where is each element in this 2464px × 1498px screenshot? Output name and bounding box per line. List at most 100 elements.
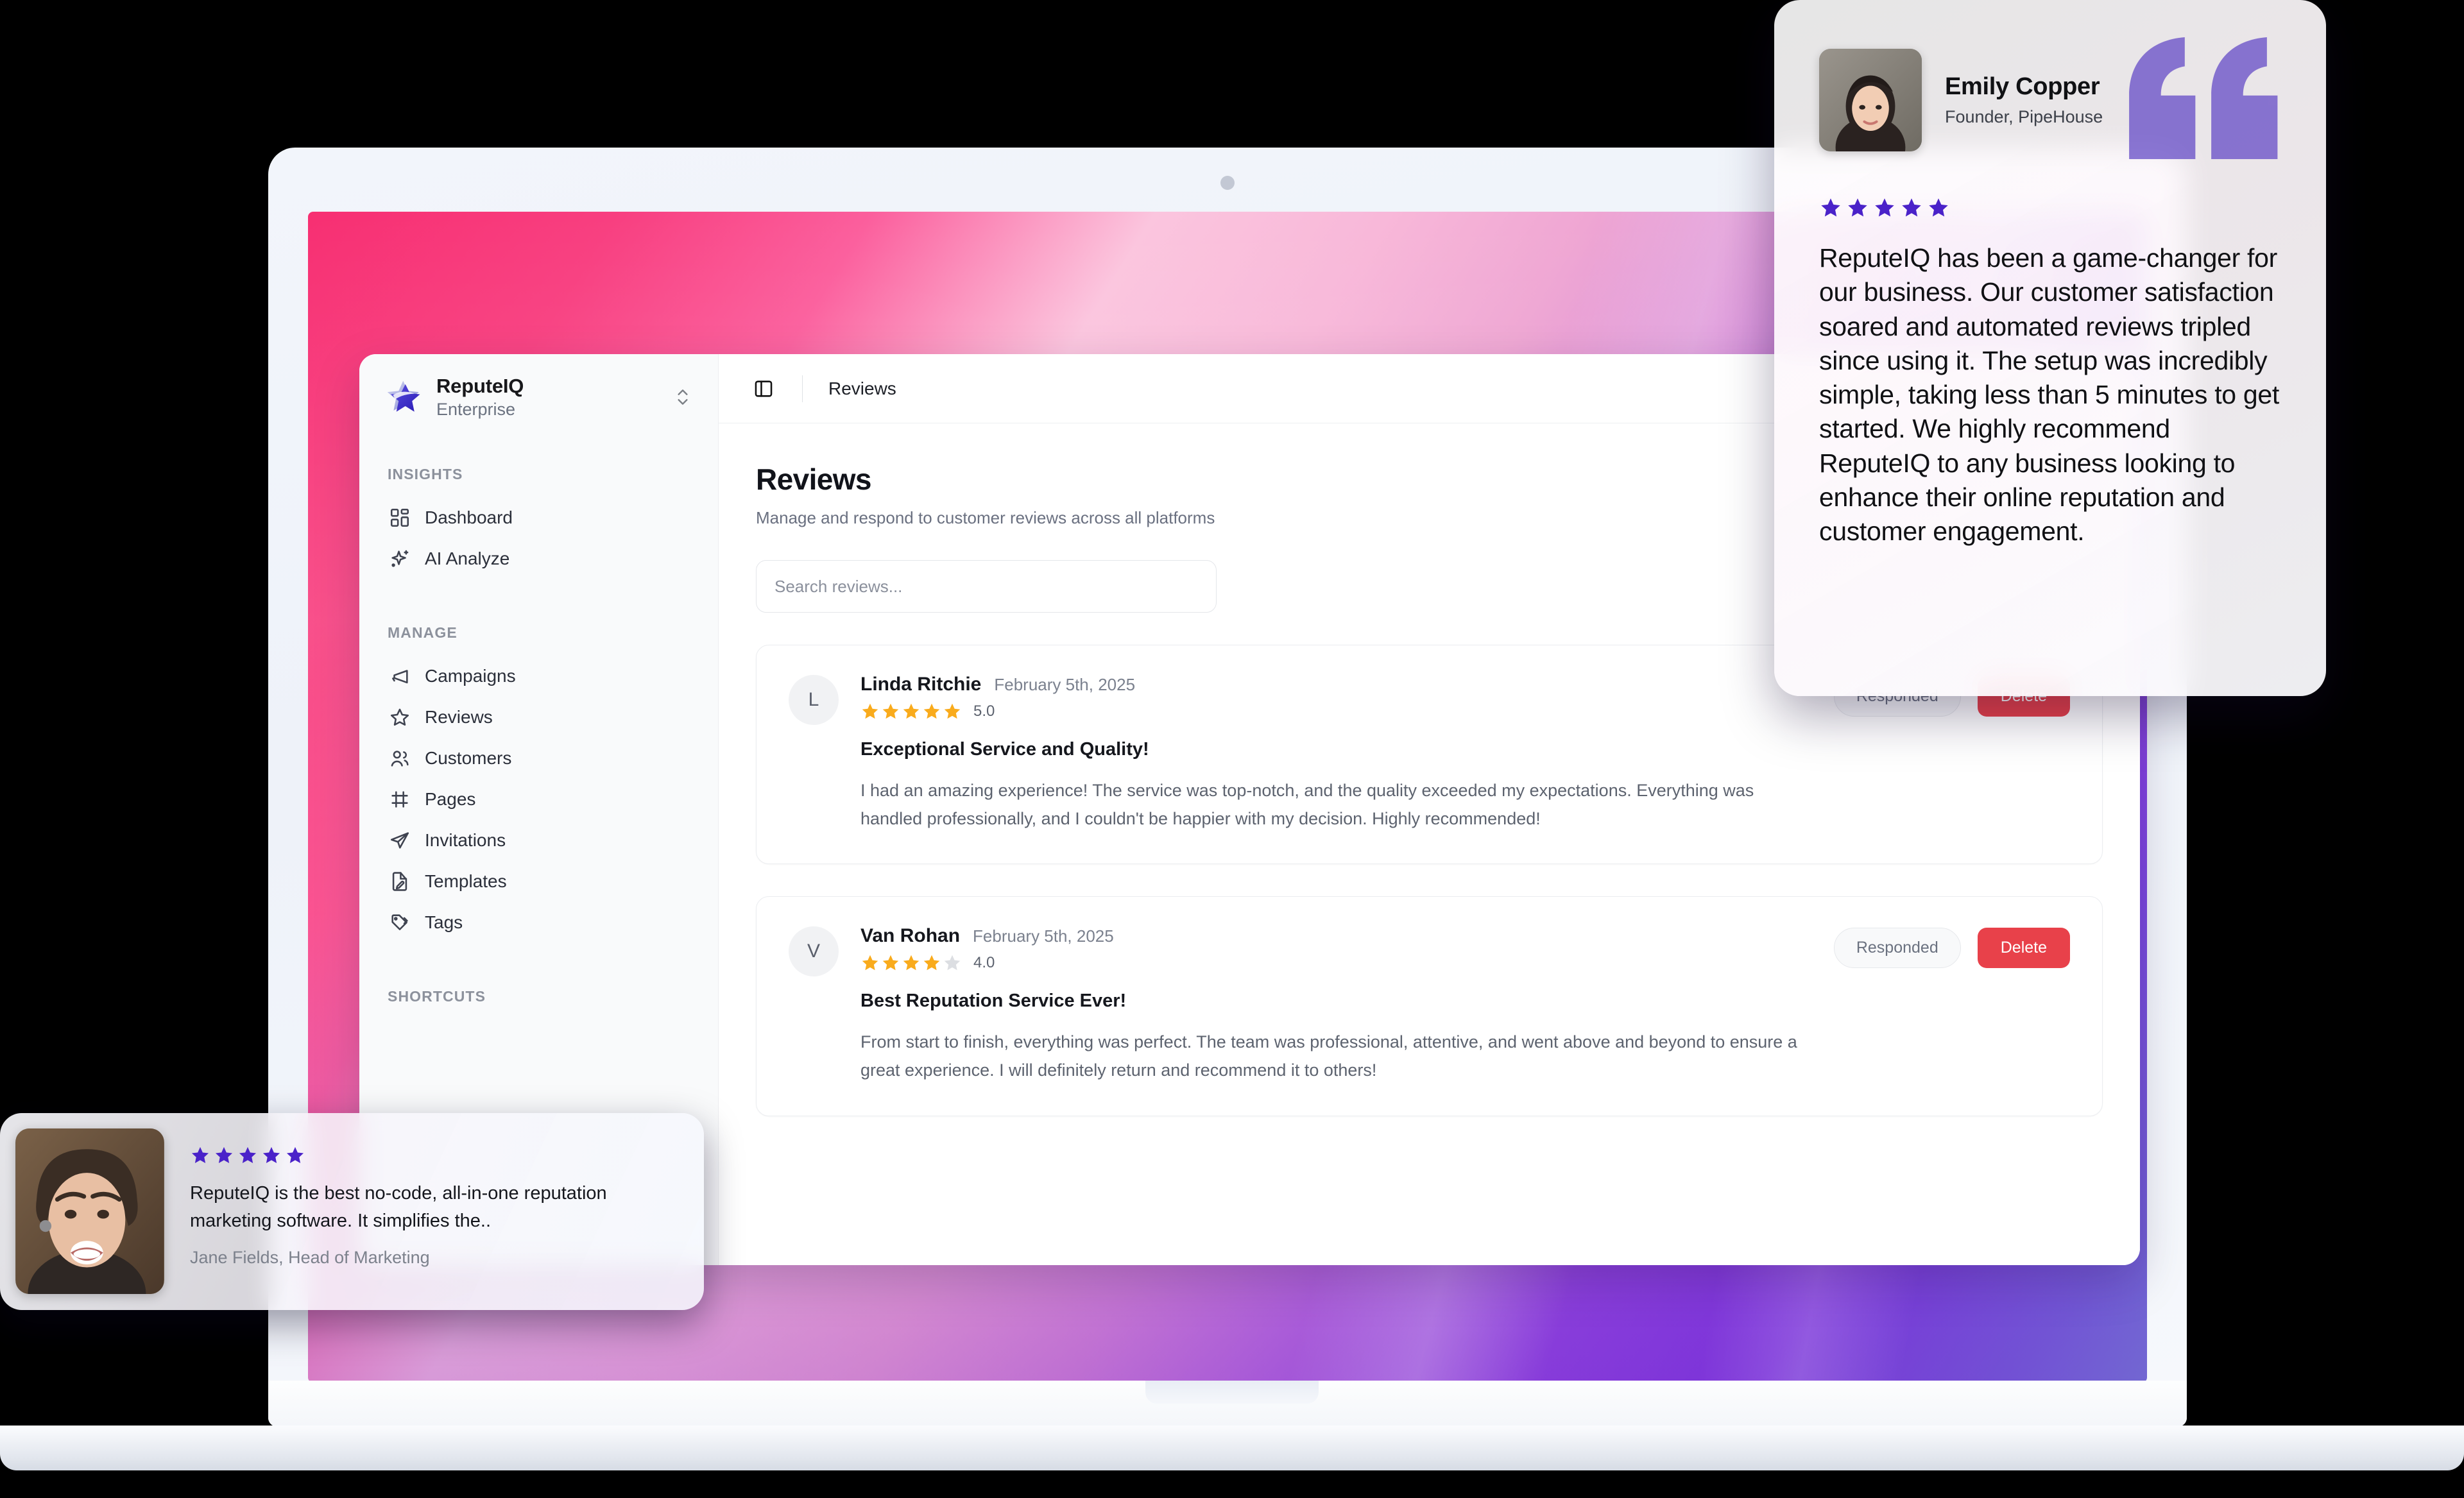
review-date: February 5th, 2025 (994, 675, 1136, 694)
sidebar-toggle-button[interactable] (751, 376, 776, 402)
frame-icon (391, 791, 408, 808)
sidebar-item-label: Campaigns (425, 666, 516, 686)
screenshot-stage: ReputeIQ Enterprise INSIGHTS Dashboard A… (0, 0, 2464, 1498)
workspace-name: ReputeIQ (436, 375, 524, 397)
review-text: I had an amazing experience! The service… (860, 781, 1754, 828)
laptop-trackpad-notch (1145, 1381, 1319, 1404)
sidebar-item-label: AI Analyze (425, 549, 510, 569)
rating-value: 5.0 (973, 702, 995, 720)
sidebar-nav-manage: Campaigns Reviews Customers Pages Invita… (381, 656, 696, 943)
star-rating (860, 702, 962, 721)
search-input[interactable] (756, 560, 1217, 613)
star-empty-icon (944, 955, 961, 971)
topbar-divider (802, 375, 803, 402)
review-headline: Linda Ritchie February 5th, 2025 (860, 674, 1812, 695)
star-filled-icon (882, 955, 899, 971)
testimonial-person: Emily Copper Founder, PipeHouse (1819, 49, 2281, 151)
sparkles-icon (391, 550, 409, 567)
panel-left-icon (755, 380, 773, 397)
review-actions: Responded Delete (1833, 674, 2070, 833)
star-filled-icon (903, 703, 920, 719)
avatar-photo (1819, 49, 1922, 151)
avatar: V (789, 926, 839, 977)
star-filled-icon (1929, 198, 1948, 217)
rating-value: 4.0 (973, 954, 995, 972)
sidebar-item-reviews[interactable]: Reviews (381, 697, 696, 738)
file-pen-icon (392, 872, 407, 891)
workspace-plan: Enterprise (436, 399, 516, 419)
chevron-up-down-icon[interactable] (674, 386, 691, 408)
review-title: Exceptional Service and Quality! (860, 739, 1149, 760)
star-filled-icon (903, 955, 920, 971)
responded-button[interactable]: Responded (1833, 928, 1961, 969)
star-filled-icon (882, 703, 899, 719)
sidebar-item-label: Dashboard (425, 507, 513, 528)
sidebar-section-manage-label: MANAGE (388, 624, 458, 642)
star-filled-icon (944, 703, 961, 719)
sidebar-item-dashboard[interactable]: Dashboard (381, 497, 696, 538)
avatar-portrait (1819, 49, 1922, 151)
star-rating (190, 1145, 682, 1166)
testimonial-role: Founder, PipeHouse (1945, 107, 2103, 126)
star-filled-icon (262, 1146, 280, 1163)
sidebar-item-label: Tags (425, 912, 463, 933)
laptop-camera-dot (1220, 176, 1235, 190)
star-filled-icon (923, 955, 940, 971)
delete-button[interactable]: Delete (1977, 928, 2070, 969)
star-filled-icon (1848, 198, 1867, 217)
rating-row: 5.0 (860, 702, 1812, 721)
testimonial-identity: Emily Copper Founder, PipeHouse (1945, 73, 2103, 127)
star-filled-icon (286, 1146, 304, 1163)
sidebar-item-templates[interactable]: Templates (381, 861, 696, 902)
workspace-switcher[interactable]: ReputeIQ Enterprise (381, 354, 696, 420)
star-filled-icon (1902, 198, 1921, 217)
reviewer-name: Van Rohan (860, 925, 961, 947)
sidebar-item-label: Customers (425, 748, 512, 769)
sidebar-nav-insights: Dashboard AI Analyze (381, 497, 696, 579)
review-body: Van Rohan February 5th, 2025 4.0 Best Re… (860, 925, 1812, 1084)
megaphone-icon (392, 670, 408, 684)
review-headline: Van Rohan February 5th, 2025 (860, 925, 1812, 947)
testimonial-name: Emily Copper (1945, 73, 2100, 100)
sidebar-item-label: Reviews (425, 707, 493, 728)
star-filled-icon (191, 1146, 209, 1163)
sidebar-item-label: Templates (425, 871, 507, 892)
testimonial-card-bottom: ReputeIQ is the best no-code, all-in-one… (0, 1113, 704, 1310)
avatar-portrait (15, 1128, 164, 1294)
star-filled-icon (215, 1146, 233, 1163)
users-icon (391, 751, 409, 767)
star-filled-icon (239, 1146, 257, 1163)
review-date: February 5th, 2025 (973, 926, 1114, 946)
reviewer-name: Linda Ritchie (860, 674, 982, 695)
avatar-photo (15, 1128, 164, 1294)
grid-dashboard-icon (390, 509, 409, 527)
testimonial-quote: ReputeIQ has been a game-changer for our… (1819, 243, 2279, 547)
sidebar-item-tags[interactable]: Tags (381, 902, 696, 943)
sidebar-item-label: Invitations (425, 830, 506, 851)
paper-plane-icon (390, 832, 409, 849)
sidebar-item-ai-analyze[interactable]: AI Analyze (381, 538, 696, 579)
sidebar-item-invitations[interactable]: Invitations (381, 820, 696, 861)
star-rating (1819, 196, 2281, 219)
testimonial-body: ReputeIQ is the best no-code, all-in-one… (190, 1128, 682, 1295)
sidebar-item-customers[interactable]: Customers (381, 738, 696, 779)
testimonial-attribution: Jane Fields, Head of Marketing (190, 1247, 430, 1267)
laptop-base (0, 1426, 2464, 1470)
review-text: From start to finish, everything was per… (860, 1032, 1797, 1080)
star-logo-icon (387, 380, 420, 412)
star-filled-icon (1875, 198, 1894, 217)
breadcrumb: Reviews (828, 378, 896, 398)
sidebar-item-pages[interactable]: Pages (381, 779, 696, 820)
review-actions: Responded Delete (1833, 925, 2070, 1084)
workspace-text: ReputeIQ Enterprise (436, 375, 660, 420)
tags-icon (391, 914, 408, 931)
sidebar-item-campaigns[interactable]: Campaigns (381, 656, 696, 697)
rating-row: 4.0 (860, 953, 1812, 973)
table-row: V Van Rohan February 5th, 2025 4.0 Best … (756, 896, 2103, 1116)
star-filled-icon (862, 955, 878, 971)
avatar: L (789, 675, 839, 725)
review-title: Best Reputation Service Ever! (860, 991, 1127, 1012)
star-outline-icon (390, 708, 409, 726)
review-body: Linda Ritchie February 5th, 2025 5.0 Exc… (860, 674, 1812, 833)
star-filled-icon (923, 703, 940, 719)
